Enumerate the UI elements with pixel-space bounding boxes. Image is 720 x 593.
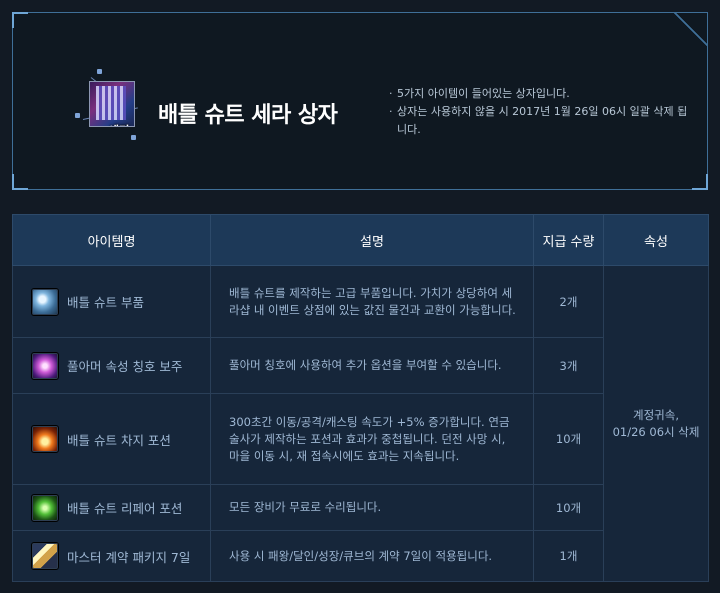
repair-potion-icon [31,493,59,522]
corner-bracket [12,174,28,190]
column-header-desc: 설명 [210,214,534,266]
full-armor-title-orb-icon [31,351,59,380]
item-qty: 10개 [533,393,604,485]
column-header-name: 아이템명 [12,214,211,266]
corner-bracket [692,174,708,190]
box-title: 배틀 슈트 세라 상자 [158,103,338,128]
item-desc: 300초간 이동/공격/캐스팅 속도가 +5% 증가합니다. 연금술사가 제작하… [210,393,534,485]
item-box-banner: 세라 배틀 슈트 세라 상자 5가지 아이템이 들어있는 상자입니다. 상자는 … [12,12,708,190]
item-name-cell: 마스터 계약 패키지 7일 [12,530,211,582]
column-header-attr: 속성 [603,214,709,266]
item-desc: 풀아머 칭호에 사용하여 추가 옵션을 부여할 수 있습니다. [210,337,534,394]
box-note: 상자는 사용하지 않을 시 2017년 1월 26일 06시 일괄 삭제 됩니다… [389,103,689,139]
battle-suit-parts-icon [31,287,59,316]
connector-dot [75,113,80,118]
item-name-cell: 배틀 슈트 리페어 포션 [12,484,211,531]
item-desc: 배틀 슈트를 제작하는 고급 부품입니다. 가치가 상당하여 세라샵 내 이벤트… [210,265,534,338]
item-desc: 사용 시 패왕/달인/성장/큐브의 계약 7일이 적용됩니다. [210,530,534,582]
item-name: 배틀 슈트 차지 포션 [67,432,171,448]
column-header-qty: 지급 수량 [533,214,604,266]
box-icon-frame: 세라 [89,81,135,127]
master-contract-icon [31,542,59,570]
corner-chamfer [674,12,708,46]
corner-bracket [12,12,28,28]
box-note: 5가지 아이템이 들어있는 상자입니다. [389,85,689,103]
item-qty: 10개 [533,484,604,531]
table-row: 배틀 슈트 부품 배틀 슈트를 제작하는 고급 부품입니다. 가치가 상당하여 … [12,265,709,582]
contents-table: 아이템명 설명 지급 수량 속성 배틀 슈트 부품 배틀 슈트를 제작하는 고급… [12,214,709,582]
box-notes: 5가지 아이템이 들어있는 상자입니다. 상자는 사용하지 않을 시 2017년… [389,85,689,139]
item-name: 배틀 슈트 부품 [67,295,144,310]
item-qty: 1개 [533,530,604,582]
item-name: 풀아머 속성 칭호 보주 [67,359,183,374]
item-desc: 모든 장비가 무료로 수리됩니다. [210,484,534,531]
speed-potion-icon [31,425,59,453]
seria-box-icon: 세라 [75,69,143,140]
item-name: 배틀 슈트 리페어 포션 [67,501,183,516]
item-attribute: 계정귀속, 01/26 06시 삭제 [603,265,709,582]
item-qty: 2개 [533,265,604,338]
table-header-row: 아이템명 설명 지급 수량 속성 [12,214,709,266]
connector-dot [97,69,102,74]
item-qty: 3개 [533,337,604,394]
item-name-cell: 배틀 슈트 부품 [12,265,211,338]
item-name-cell: 배틀 슈트 차지 포션 [12,393,211,485]
item-name: 마스터 계약 패키지 7일 [67,549,191,565]
item-name-cell: 풀아머 속성 칭호 보주 [12,337,211,394]
connector-dot [131,135,136,140]
box-icon-art [96,86,126,120]
box-icon-tag: 세라 [108,122,130,126]
